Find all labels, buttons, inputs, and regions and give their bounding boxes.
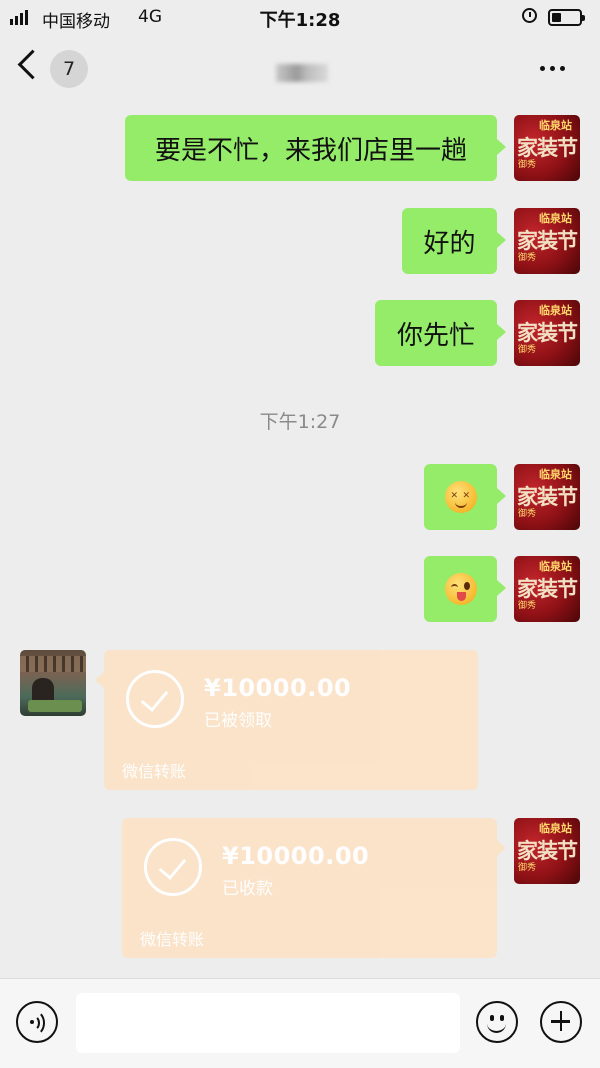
my-avatar[interactable]: 临泉站 家装节 御秀 [514, 818, 580, 884]
chat-title-blurred [276, 64, 328, 82]
check-circle-icon [144, 838, 202, 896]
more-options-icon[interactable] [540, 66, 565, 71]
transfer-status: 已被领取 [204, 711, 272, 731]
transfer-footer: 微信转账 [122, 762, 187, 781]
message-bubble[interactable]: 你先忙 [375, 300, 506, 366]
transfer-amount: ¥10000.00 [204, 674, 352, 702]
alarm-icon [522, 8, 537, 23]
contact-avatar[interactable] [20, 650, 86, 716]
chat-timestamp: 下午1:27 [259, 411, 341, 433]
emoji-picker-icon[interactable] [476, 1001, 518, 1043]
chat-header: 7 [0, 36, 600, 100]
transfer-status: 已收款 [222, 879, 273, 899]
message-text: 好的 [423, 228, 476, 259]
my-avatar[interactable]: 临泉站 家装节 御秀 [514, 300, 580, 366]
check-circle-icon [126, 670, 184, 728]
my-avatar[interactable]: 临泉站 家装节 御秀 [514, 115, 580, 181]
my-avatar[interactable]: 临泉站 家装节 御秀 [514, 208, 580, 274]
message-text: 你先忙 [396, 320, 475, 351]
input-bar [0, 978, 600, 1068]
add-more-icon[interactable] [540, 1001, 582, 1043]
emoji-message-bubble[interactable]: ✕ ✕ [424, 464, 506, 530]
dizzy-smile-emoji-icon: ✕ ✕ [444, 481, 477, 513]
transfer-footer: 微信转账 [140, 930, 205, 949]
my-avatar[interactable]: 临泉站 家装节 御秀 [514, 556, 580, 622]
voice-input-icon[interactable] [16, 1001, 58, 1043]
unread-count-badge[interactable]: 7 [50, 50, 88, 88]
message-text: 要是不忙，来我们店里一趟 [154, 135, 467, 166]
transfer-card-received[interactable]: ¥10000.00 已被领取 微信转账 [95, 650, 478, 790]
message-bubble[interactable]: 要是不忙，来我们店里一趟 [125, 115, 506, 181]
status-bar: 中国移动 4G 下午1:28 [0, 0, 600, 36]
battery-icon [548, 9, 585, 26]
back-icon[interactable] [17, 49, 48, 80]
status-time: 下午1:28 [259, 10, 341, 31]
transfer-card-accepted[interactable]: ¥10000.00 已收款 微信转账 [122, 818, 506, 958]
my-avatar[interactable]: 临泉站 家装节 御秀 [514, 464, 580, 530]
message-input[interactable] [76, 993, 460, 1053]
wink-tongue-emoji-icon [444, 573, 477, 605]
emoji-message-bubble[interactable] [424, 556, 506, 622]
transfer-amount: ¥10000.00 [222, 842, 370, 870]
message-bubble[interactable]: 好的 [402, 208, 506, 274]
